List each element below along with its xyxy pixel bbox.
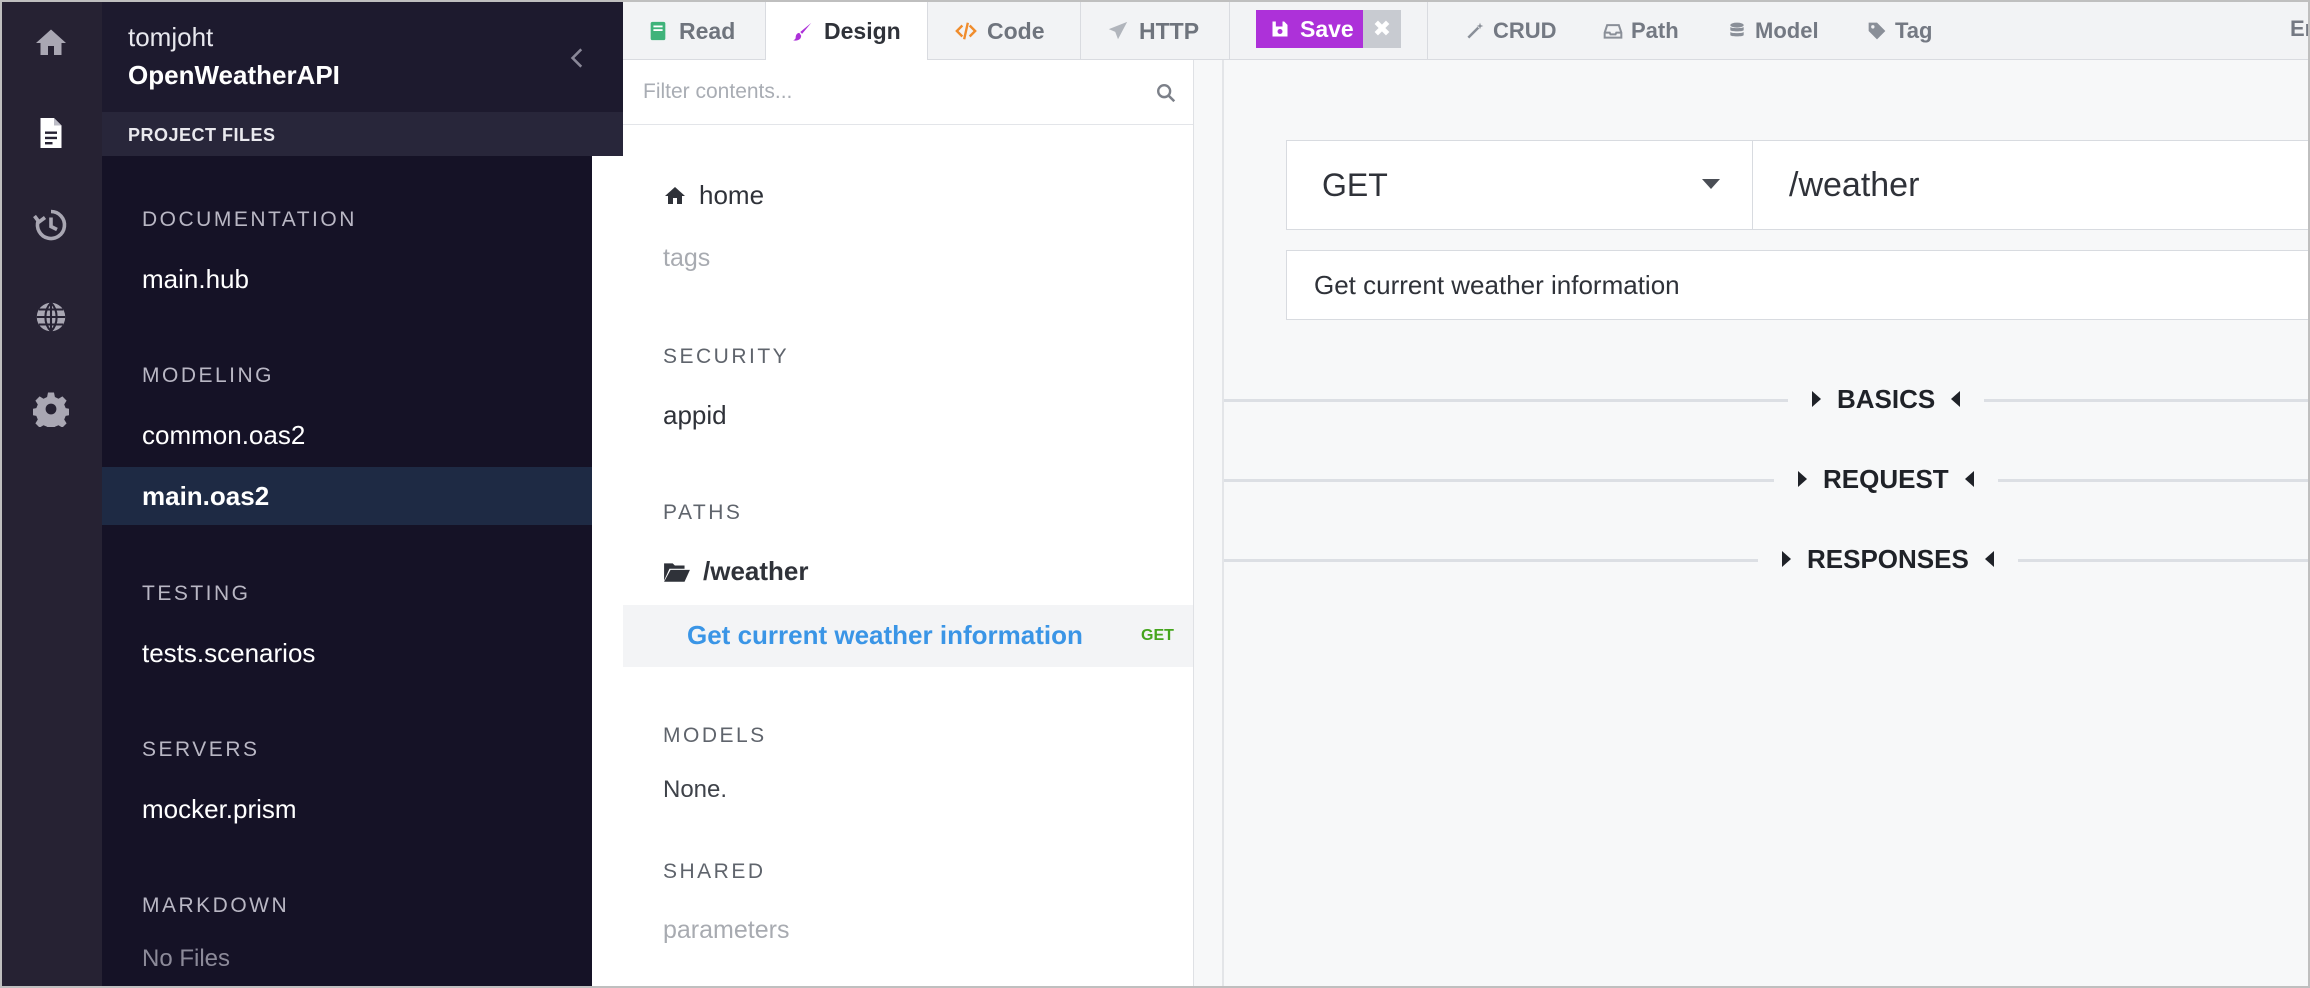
- magic-wand-icon: [1467, 22, 1484, 39]
- contents-panel: home tags SECURITY appid PATHS /weather …: [623, 60, 1194, 986]
- sidebar-file-common-oas2[interactable]: common.oas2: [102, 406, 592, 464]
- search-icon[interactable]: [1151, 78, 1181, 108]
- collapse-sidebar-icon[interactable]: [560, 40, 596, 76]
- project-files-header: PROJECT FILES: [102, 112, 623, 156]
- sidebar-file-mocker-prism[interactable]: mocker.prism: [102, 780, 592, 838]
- tool-tag[interactable]: Tag: [1867, 2, 1932, 60]
- tab-code[interactable]: Code: [955, 2, 1045, 60]
- project-sidebar: tomjoht OpenWeatherAPI PROJECT FILES DOC…: [102, 2, 623, 986]
- tool-tag-label: Tag: [1895, 18, 1933, 43]
- contents-models-empty: None.: [663, 776, 728, 803]
- home-icon[interactable]: [24, 16, 78, 70]
- tab-design[interactable]: Design: [765, 2, 928, 61]
- tool-path-label: Path: [1631, 18, 1679, 43]
- basics-divider: [1224, 399, 2308, 402]
- paintbrush-icon: [792, 22, 812, 41]
- contents-section-shared: SHARED: [663, 860, 766, 883]
- database-icon: [1730, 22, 1744, 37]
- sidebar-file-main-hub[interactable]: main.hub: [102, 250, 592, 308]
- folder-open-icon: [664, 562, 690, 582]
- contents-security-appid[interactable]: appid: [663, 400, 727, 431]
- history-icon[interactable]: [24, 198, 78, 252]
- section-servers: SERVERS: [142, 738, 260, 761]
- operation-method-badge: GET: [1141, 627, 1174, 644]
- save-button-label: Save: [1300, 15, 1354, 42]
- tool-crud-label: CRUD: [1493, 18, 1557, 43]
- tab-read[interactable]: Read: [647, 2, 735, 60]
- caret-left-icon: [1984, 551, 1994, 567]
- http-method-value: GET: [1322, 167, 1388, 203]
- contents-section-paths: PATHS: [663, 501, 743, 524]
- save-button[interactable]: Save: [1256, 10, 1363, 48]
- toolbar-overflow-text[interactable]: Er: [2290, 16, 2308, 42]
- gear-icon[interactable]: [24, 382, 78, 436]
- section-modeling: MODELING: [142, 364, 275, 387]
- inbox-icon: [1603, 24, 1623, 39]
- caret-right-icon: [1782, 551, 1791, 567]
- globe-icon[interactable]: [24, 290, 78, 344]
- tab-code-label: Code: [987, 17, 1045, 44]
- operation-label: Get current weather information: [687, 620, 1083, 650]
- sidebar-file-tests-scenarios[interactable]: tests.scenarios: [102, 624, 592, 682]
- app-window: tomjoht OpenWeatherAPI PROJECT FILES DOC…: [0, 0, 2310, 988]
- caret-right-icon: [1812, 391, 1821, 407]
- contents-operation-row[interactable]: Get current weather information GET: [623, 605, 1193, 667]
- close-icon: ✖: [1372, 16, 1392, 41]
- tab-read-label: Read: [679, 17, 736, 44]
- book-icon: [650, 21, 666, 41]
- section-toggle-request[interactable]: REQUEST: [1774, 459, 1998, 499]
- path-input[interactable]: /weather: [1752, 140, 2308, 230]
- caret-down-icon: [1702, 179, 1720, 189]
- tool-crud[interactable]: CRUD: [1465, 2, 1557, 60]
- tab-design-label: Design: [824, 18, 901, 44]
- contents-home[interactable]: home: [663, 180, 764, 211]
- file-icon[interactable]: [24, 106, 78, 160]
- project-owner: tomjoht: [128, 22, 214, 52]
- tab-http-label: HTTP: [1139, 17, 1200, 44]
- section-markdown: MARKDOWN: [142, 894, 290, 917]
- caret-left-icon: [1964, 471, 1974, 487]
- request-divider: [1224, 479, 2308, 482]
- contents-shared-parameters[interactable]: parameters: [663, 916, 789, 945]
- section-request-label: REQUEST: [1823, 463, 1949, 494]
- tab-http[interactable]: HTTP: [1107, 2, 1199, 60]
- section-toggle-responses[interactable]: RESPONSES: [1758, 539, 2018, 579]
- contents-section-security: SECURITY: [663, 345, 790, 368]
- section-testing: TESTING: [142, 582, 251, 605]
- discard-changes-button[interactable]: ✖: [1363, 10, 1401, 48]
- tool-model-label: Model: [1755, 18, 1819, 43]
- section-documentation: DOCUMENTATION: [142, 208, 357, 231]
- sidebar-scrollbar[interactable]: [592, 156, 623, 986]
- icon-rail: [2, 2, 102, 986]
- tool-model[interactable]: Model: [1727, 2, 1819, 60]
- section-toggle-basics[interactable]: BASICS: [1788, 379, 1985, 419]
- paper-plane-icon: [1108, 21, 1128, 40]
- http-method-select[interactable]: GET: [1286, 140, 1753, 230]
- home-icon: [665, 186, 685, 204]
- section-basics-label: BASICS: [1837, 383, 1936, 414]
- contents-path-weather[interactable]: /weather: [663, 556, 809, 587]
- operation-summary-input[interactable]: Get current weather information: [1286, 250, 2308, 320]
- contents-section-models: MODELS: [663, 724, 767, 747]
- tag-icon: [1868, 22, 1886, 40]
- caret-left-icon: [1951, 391, 1961, 407]
- code-icon: [955, 22, 977, 40]
- tab-bar: Read Design Code HTTP Save ✖ CRUD Path M…: [623, 2, 2308, 61]
- project-header: tomjoht OpenWeatherAPI: [102, 2, 623, 112]
- caret-right-icon: [1798, 471, 1807, 487]
- save-icon: [1272, 21, 1288, 37]
- filter-contents-input[interactable]: [643, 74, 1123, 110]
- project-name: OpenWeatherAPI: [128, 60, 340, 90]
- sidebar-no-files: No Files: [142, 945, 231, 972]
- tool-path[interactable]: Path: [1603, 2, 1679, 60]
- contents-home-label: home: [699, 180, 765, 210]
- project-files-label: PROJECT FILES: [128, 125, 276, 145]
- contents-tags[interactable]: tags: [663, 244, 710, 273]
- section-responses-label: RESPONSES: [1807, 543, 1969, 574]
- sidebar-file-main-oas2[interactable]: main.oas2: [102, 467, 592, 525]
- contents-path-label: /weather: [703, 556, 809, 586]
- editor-left-edge: [1222, 60, 1224, 986]
- filter-bar: [623, 60, 1193, 125]
